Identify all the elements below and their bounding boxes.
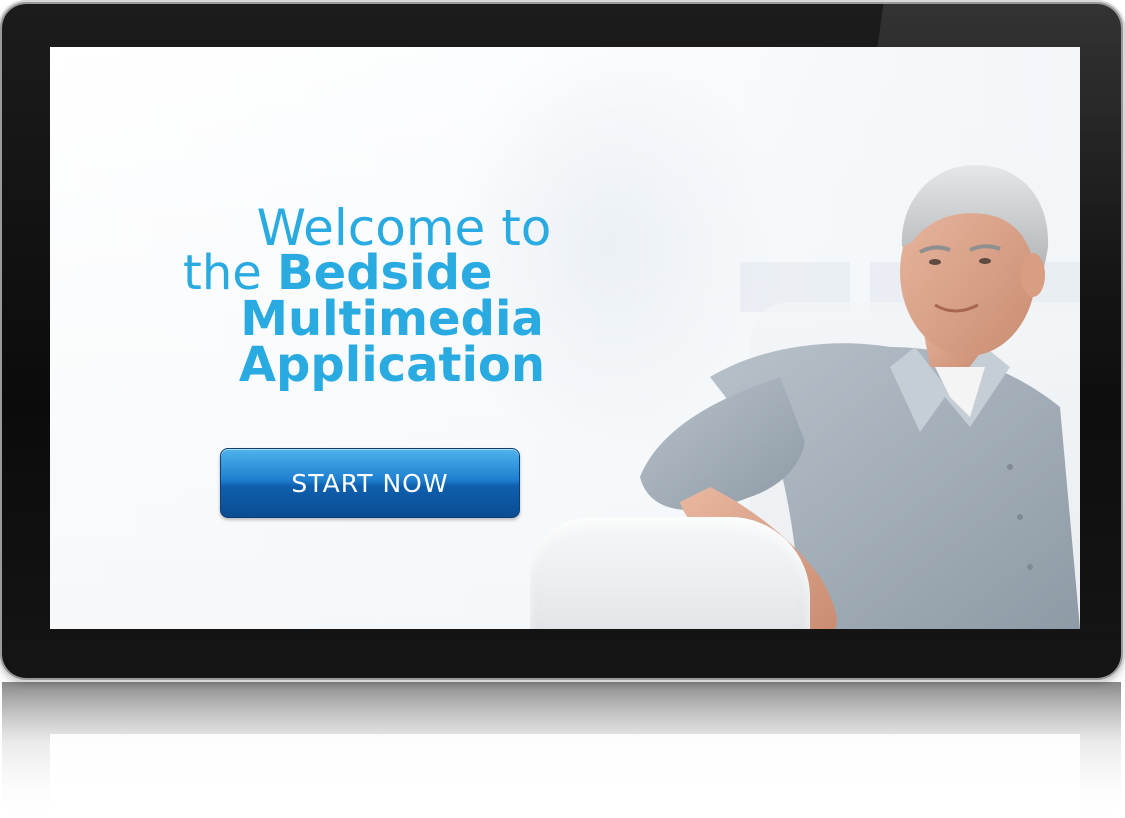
headline-line-3: Multimedia xyxy=(240,291,544,347)
sofa-arm xyxy=(530,517,810,629)
monitor-reflection xyxy=(2,682,1121,818)
start-now-button[interactable]: START NOW xyxy=(220,448,520,518)
screen: Welcome to the Bedside Multimedia Applic… xyxy=(50,47,1080,629)
display-mockup: Welcome to the Bedside Multimedia Applic… xyxy=(0,0,1125,818)
reflection-fade xyxy=(2,682,1121,818)
welcome-headline: Welcome to the Bedside Multimedia Applic… xyxy=(182,203,602,389)
headline-line-4: Application xyxy=(238,337,546,393)
